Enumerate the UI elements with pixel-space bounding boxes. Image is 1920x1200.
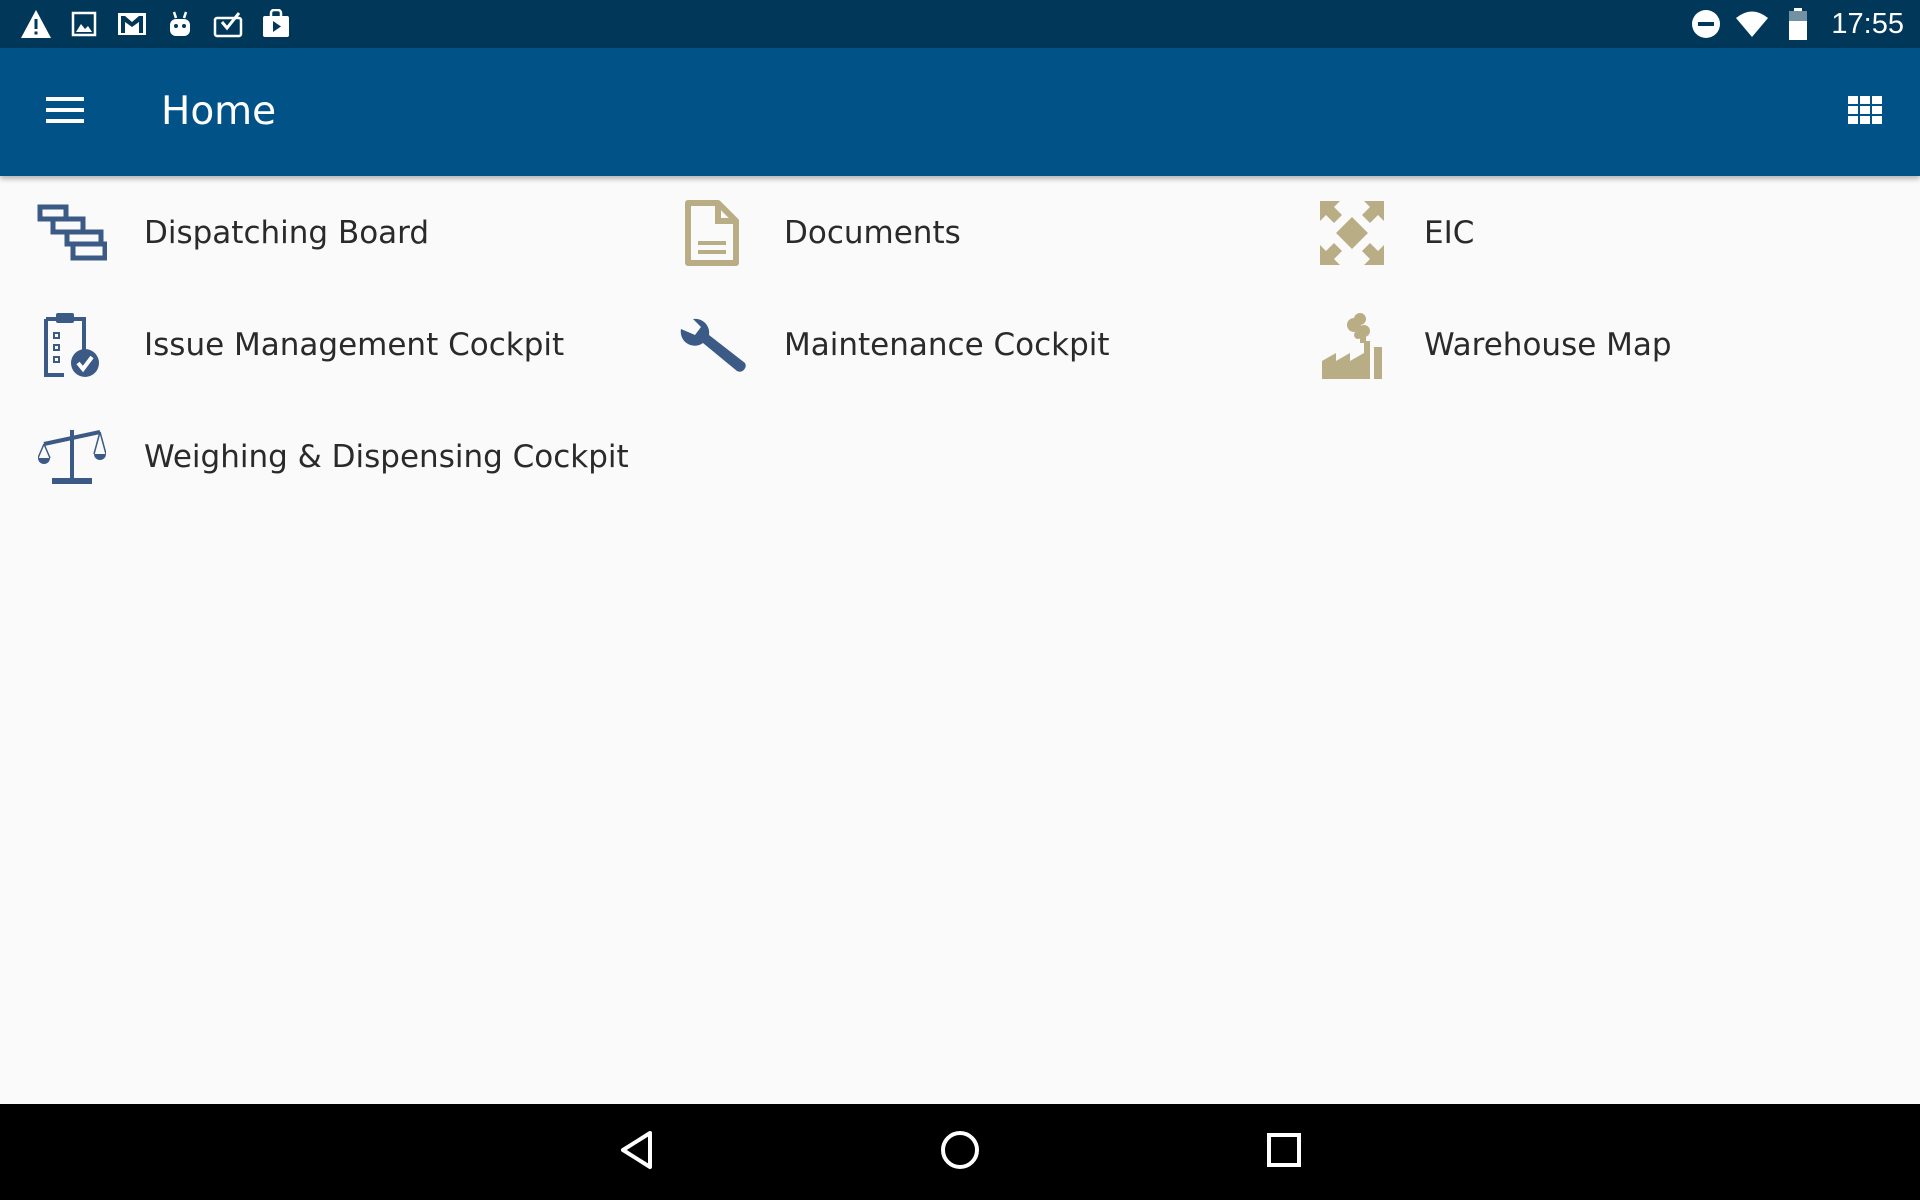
hamburger-menu-icon	[46, 96, 84, 128]
grid-view-button[interactable]	[1828, 82, 1902, 142]
page-title: Home	[161, 89, 277, 134]
wrench-icon	[674, 307, 750, 383]
notification-icons	[18, 7, 294, 41]
tile-warehouse-map[interactable]: Warehouse Map	[1280, 295, 1900, 395]
do-not-disturb-icon	[1689, 7, 1723, 41]
menu-button[interactable]	[28, 82, 102, 142]
factory-icon	[1314, 307, 1390, 383]
tile-label: Warehouse Map	[1424, 327, 1672, 363]
play-store-icon	[258, 7, 294, 41]
battery-icon	[1781, 7, 1815, 41]
wifi-icon	[1735, 7, 1769, 41]
tile-label: Dispatching Board	[144, 215, 430, 251]
warning-icon	[18, 7, 54, 41]
tile-maintenance-cockpit[interactable]: Maintenance Cockpit	[640, 295, 1260, 395]
image-icon	[66, 7, 102, 41]
system-indicators: 17:55	[1689, 0, 1904, 48]
tile-dispatching-board[interactable]: Dispatching Board	[0, 183, 620, 283]
checked-list-icon	[210, 7, 246, 41]
tile-label: Documents	[784, 215, 961, 251]
tile-label: EIC	[1424, 215, 1475, 251]
tile-documents[interactable]: Documents	[640, 183, 1260, 283]
expand-arrows-icon	[1314, 195, 1390, 271]
clock: 17:55	[1831, 7, 1904, 40]
grid-view-icon	[1848, 96, 1882, 128]
app-bar: Home	[0, 48, 1920, 176]
gmail-icon	[114, 7, 150, 41]
back-icon	[618, 1130, 654, 1174]
recents-button[interactable]	[1246, 1122, 1322, 1182]
back-button[interactable]	[598, 1122, 674, 1182]
android-icon	[162, 7, 198, 41]
recents-icon	[1266, 1132, 1302, 1172]
scale-icon	[34, 419, 110, 495]
tile-label: Weighing & Dispensing Cockpit	[144, 439, 629, 475]
dispatching-board-icon	[34, 195, 110, 271]
navigation-bar	[0, 1104, 1920, 1200]
clipboard-check-icon	[34, 307, 110, 383]
tile-label: Maintenance Cockpit	[784, 327, 1110, 363]
tile-eic[interactable]: EIC	[1280, 183, 1900, 283]
tile-weighing-dispensing-cockpit[interactable]: Weighing & Dispensing Cockpit	[0, 407, 629, 507]
status-bar: 17:55	[0, 0, 1920, 48]
home-button[interactable]	[922, 1122, 998, 1182]
tile-label: Issue Management Cockpit	[144, 327, 565, 363]
home-icon	[940, 1130, 980, 1174]
document-icon	[674, 195, 750, 271]
tile-issue-management-cockpit[interactable]: Issue Management Cockpit	[0, 295, 620, 395]
